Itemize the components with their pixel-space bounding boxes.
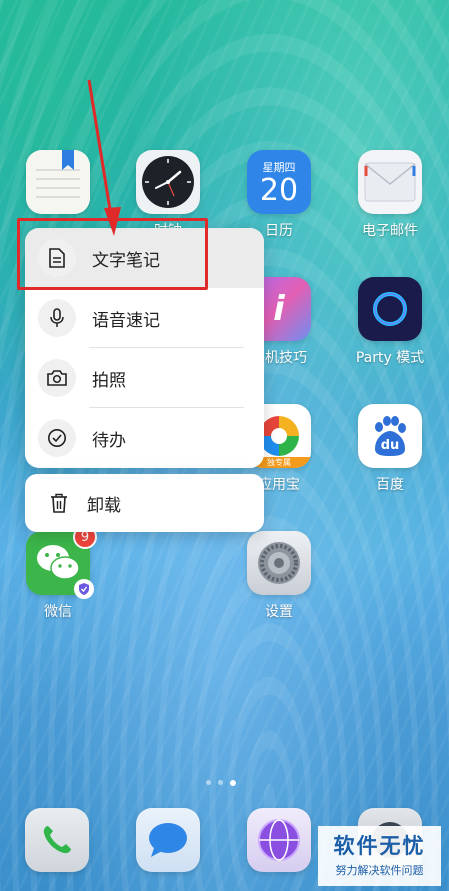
phone-icon[interactable] [25, 808, 89, 872]
watermark-logo: 软件无忧 努力解决软件问题 [318, 826, 441, 886]
browser-icon[interactable] [247, 808, 311, 872]
page-dot [218, 780, 223, 785]
page-dot [206, 780, 211, 785]
annotation-arrow-icon [87, 79, 121, 236]
watermark-subtitle: 努力解决软件问题 [335, 864, 424, 877]
page-dot-active [230, 779, 236, 786]
messages-icon[interactable] [136, 808, 200, 872]
watermark-title: 软件无忧 [333, 834, 426, 858]
page-indicator [206, 779, 236, 786]
